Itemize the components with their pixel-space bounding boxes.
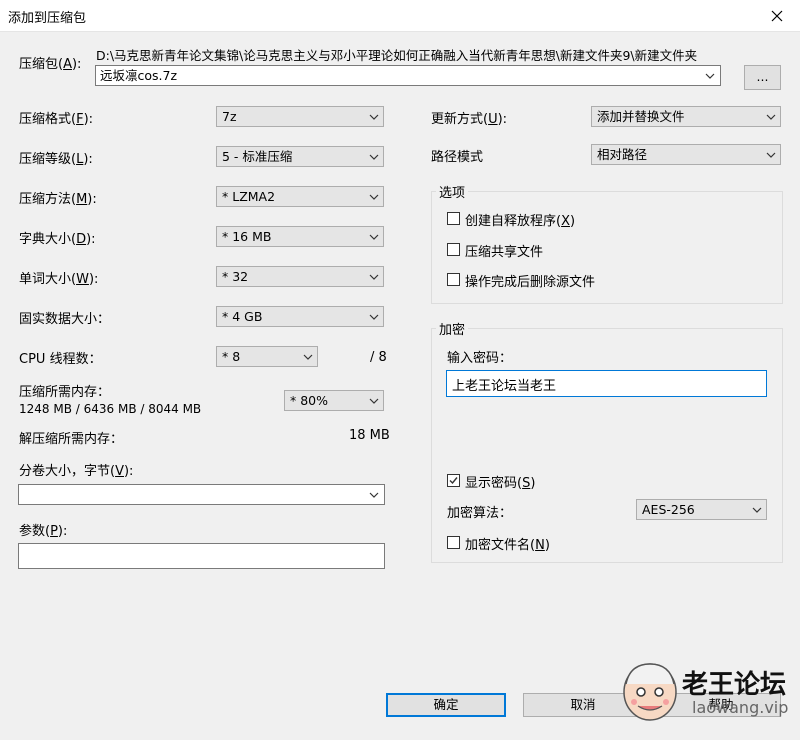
archive-label: 压缩包(A): — [19, 57, 82, 72]
chevron-down-icon — [369, 194, 379, 200]
mem-compress-detail: 1248 MB / 6436 MB / 8044 MB — [19, 402, 202, 416]
options-title: 选项 — [436, 182, 469, 201]
mem-compress-label: 压缩所需内存： — [19, 385, 111, 400]
chevron-down-icon — [766, 114, 776, 120]
update-select[interactable]: 添加并替换文件 — [591, 106, 781, 127]
chevron-down-icon — [369, 274, 379, 280]
chevron-down-icon — [369, 314, 379, 320]
show-password-checkbox[interactable] — [447, 474, 460, 487]
dict-label: 字典大小(D): — [19, 232, 96, 247]
mem-usage-select[interactable]: * 80% — [284, 390, 384, 411]
enc-method-label: 加密算法： — [447, 506, 513, 521]
update-label: 更新方式(U): — [431, 112, 508, 127]
dict-value: * 16 MB — [222, 229, 272, 244]
solid-label: 固实数据大小： — [19, 312, 111, 327]
chevron-down-icon — [752, 507, 762, 513]
shared-label[interactable]: 压缩共享文件 — [465, 241, 543, 260]
solid-select[interactable]: * 4 GB — [216, 306, 384, 327]
mem-usage-value: * 80% — [290, 393, 329, 408]
old-man-avatar-icon — [623, 663, 677, 721]
archive-name-value: 远坂凛cos.7z — [100, 68, 178, 83]
shared-checkbox[interactable] — [447, 243, 460, 256]
threads-max: / 8 — [370, 350, 387, 365]
window-title: 添加到压缩包 — [8, 11, 87, 26]
chevron-down-icon — [766, 152, 776, 158]
pathmode-label: 路径模式 — [431, 150, 484, 165]
encrypt-names-label[interactable]: 加密文件名(N) — [465, 534, 550, 553]
word-value: * 32 — [222, 269, 249, 284]
word-label: 单词大小(W): — [19, 272, 99, 287]
title-bar: 添加到压缩包 — [0, 0, 800, 32]
password-value: 上老王论坛当老王 — [452, 379, 557, 394]
params-label: 参数(P): — [19, 524, 68, 539]
browse-button[interactable]: ... — [744, 65, 781, 90]
delete-label[interactable]: 操作完成后删除源文件 — [465, 271, 595, 290]
encrypt-names-checkbox[interactable] — [447, 536, 460, 549]
volume-combo[interactable] — [18, 484, 385, 505]
dict-select[interactable]: * 16 MB — [216, 226, 384, 247]
volume-label: 分卷大小，字节(V): — [19, 464, 134, 479]
chevron-down-icon — [705, 73, 715, 79]
chevron-down-icon — [303, 354, 313, 360]
format-select[interactable]: 7z — [216, 106, 384, 127]
ok-button[interactable]: 确定 — [386, 693, 506, 717]
sfx-label[interactable]: 创建自释放程序(X) — [465, 210, 575, 229]
sfx-checkbox[interactable] — [447, 212, 460, 225]
show-password-label[interactable]: 显示密码(S) — [465, 472, 535, 491]
level-select[interactable]: 5 - 标准压缩 — [216, 146, 384, 167]
watermark: 老王论坛 laowang.vip — [616, 654, 800, 726]
threads-label: CPU 线程数： — [19, 352, 102, 367]
method-value: * LZMA2 — [222, 189, 276, 204]
mem-decompress-label: 解压缩所需内存： — [19, 432, 124, 447]
format-value: 7z — [222, 109, 237, 124]
solid-value: * 4 GB — [222, 309, 263, 324]
mem-decompress-value: 18 MB — [349, 428, 390, 443]
checkmark-icon — [449, 477, 458, 485]
close-icon — [771, 10, 783, 21]
enc-method-value: AES-256 — [642, 502, 695, 517]
method-select[interactable]: * LZMA2 — [216, 186, 384, 207]
password-input[interactable]: 上老王论坛当老王 — [446, 370, 767, 397]
update-value: 添加并替换文件 — [597, 109, 685, 124]
pathmode-select[interactable]: 相对路径 — [591, 144, 781, 165]
threads-select[interactable]: * 8 — [216, 346, 318, 367]
format-label: 压缩格式(F): — [19, 112, 94, 127]
chevron-down-icon — [369, 114, 379, 120]
chevron-down-icon — [369, 154, 379, 160]
level-value: 5 - 标准压缩 — [222, 149, 293, 164]
chevron-down-icon — [369, 492, 379, 498]
params-input[interactable] — [18, 543, 385, 569]
enc-method-select[interactable]: AES-256 — [636, 499, 767, 520]
encryption-title: 加密 — [436, 319, 469, 338]
watermark-url: laowang.vip — [692, 698, 789, 717]
method-label: 压缩方法(M): — [19, 192, 97, 207]
archive-path: D:\马克思新青年论文集锦\论马克思主义与邓小平理论如何正确融入当代新青年思想\… — [96, 48, 698, 63]
threads-value: * 8 — [222, 349, 241, 364]
watermark-name: 老王论坛 — [682, 670, 787, 700]
chevron-down-icon — [369, 398, 379, 404]
chevron-down-icon — [369, 234, 379, 240]
close-button[interactable] — [754, 0, 800, 31]
word-select[interactable]: * 32 — [216, 266, 384, 287]
level-label: 压缩等级(L): — [19, 152, 93, 167]
pathmode-value: 相对路径 — [597, 147, 648, 162]
password-label: 输入密码： — [447, 351, 513, 366]
delete-checkbox[interactable] — [447, 273, 460, 286]
archive-name-combo[interactable]: 远坂凛cos.7z — [95, 65, 721, 86]
